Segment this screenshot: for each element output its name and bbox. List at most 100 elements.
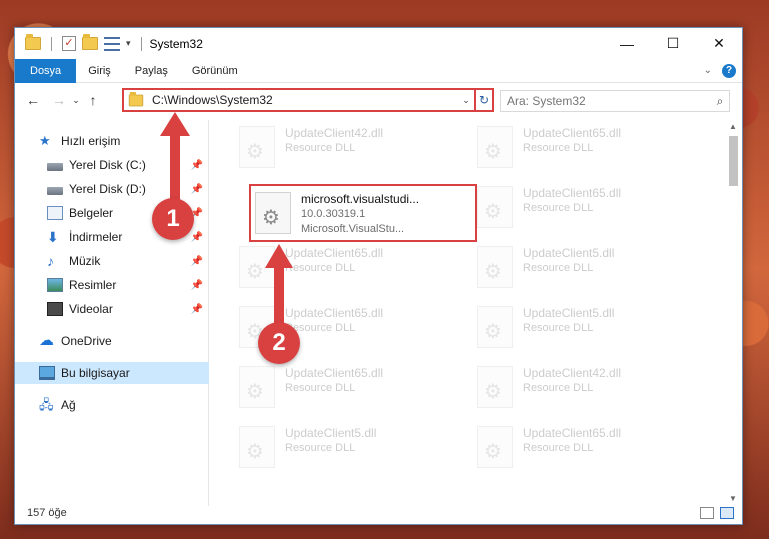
file-name: UpdateClient42.dll <box>285 126 384 140</box>
dll-file-icon <box>477 306 513 348</box>
dll-file-icon <box>239 426 275 468</box>
documents-icon <box>47 206 63 220</box>
list-item[interactable]: UpdateClient5.dll Resource DLL <box>477 304 707 354</box>
dll-file-icon <box>477 246 513 288</box>
sidebar-item-music[interactable]: ♪ Müzik 📌 <box>15 250 209 272</box>
navigation-bar: ← → ⌄ ↑ C:\Windows\System32 ⌄ ↻ ⌕ <box>15 86 742 114</box>
file-name: UpdateClient5.dll <box>523 306 615 320</box>
dll-file-icon <box>239 366 275 408</box>
file-type: Resource DLL <box>523 322 594 334</box>
step-two-badge: 2 <box>258 322 300 364</box>
toolbar-divider <box>51 36 52 51</box>
file-name: UpdateClient5.dll <box>523 246 615 260</box>
drive-icon <box>47 162 63 171</box>
sidebar-item-label: Yerel Disk (C:) <box>69 158 146 172</box>
file-type: Microsoft.VisualStu... <box>301 223 405 235</box>
list-item[interactable]: UpdateClient5.dll Resource DLL <box>239 424 469 474</box>
chevron-down-icon[interactable]: ⌄ <box>458 95 474 106</box>
minimize-button[interactable]: — <box>604 28 650 59</box>
properties-check-icon[interactable]: ✓ <box>62 36 76 51</box>
sidebar-item-pictures[interactable]: Resimler 📌 <box>15 274 209 296</box>
sidebar-item-label: Ağ <box>61 398 76 412</box>
quick-access-toolbar: ✓ ▾ <box>15 34 146 51</box>
list-item[interactable]: UpdateClient65.dll Resource DLL <box>477 424 707 474</box>
dll-file-icon <box>477 126 513 168</box>
address-path[interactable]: C:\Windows\System32 <box>152 93 458 107</box>
file-name: UpdateClient5.dll <box>285 426 377 440</box>
sidebar-item-label: Bu bilgisayar <box>61 366 130 380</box>
list-item[interactable]: UpdateClient65.dll Resource DLL <box>477 184 707 234</box>
folder-icon <box>128 91 144 106</box>
file-type: Resource DLL <box>523 262 594 274</box>
search-box[interactable]: ⌕ <box>500 90 730 112</box>
star-icon: ★ <box>39 133 51 148</box>
sidebar-item-label: Videolar <box>69 302 113 316</box>
search-icon[interactable]: ⌕ <box>711 94 729 109</box>
details-view-icon[interactable] <box>700 507 714 519</box>
pictures-icon <box>47 278 63 292</box>
item-count: 157 öğe <box>27 507 67 519</box>
dll-file-icon <box>239 126 275 168</box>
file-list: UpdateClient42.dll Resource DLL UpdateCli… <box>229 120 725 500</box>
dll-file-icon <box>477 426 513 468</box>
list-item[interactable]: UpdateClient42.dll Resource DLL <box>239 124 469 174</box>
file-name: UpdateClient65.dll <box>523 126 622 140</box>
dll-file-icon <box>255 192 291 234</box>
customize-toolbar-icon[interactable] <box>104 36 120 51</box>
file-explorer-window: ✓ ▾ System32 — ☐ ✕ Dosya Giriş Paylaş Gö… <box>14 27 743 525</box>
tab-file[interactable]: Dosya <box>15 58 77 83</box>
help-icon[interactable]: ? <box>722 63 736 78</box>
cloud-icon: ☁ <box>39 332 54 349</box>
sidebar-item-label: Yerel Disk (D:) <box>69 182 146 196</box>
up-button[interactable]: ↑ <box>83 92 103 108</box>
new-folder-icon[interactable] <box>82 34 98 50</box>
file-type: Resource DLL <box>523 142 594 154</box>
file-name: UpdateClient42.dll <box>523 366 622 380</box>
step-one-badge: 1 <box>152 198 194 240</box>
pin-icon: 📌 <box>190 231 203 243</box>
tab-share[interactable]: Paylaş <box>123 59 180 83</box>
chevron-down-icon[interactable]: ▾ <box>126 38 131 49</box>
search-input[interactable] <box>507 94 711 108</box>
folder-icon <box>25 34 41 50</box>
refresh-button[interactable]: ↻ <box>476 88 494 112</box>
file-type: Resource DLL <box>285 442 356 454</box>
file-type: Resource DLL <box>285 382 356 394</box>
pin-icon: 📌 <box>190 303 203 315</box>
sidebar-item-label: OneDrive <box>61 334 112 348</box>
scroll-up-icon[interactable]: ▲ <box>726 120 740 134</box>
file-name: UpdateClient65.dll <box>523 426 622 440</box>
maximize-button[interactable]: ☐ <box>650 28 696 59</box>
back-button[interactable]: ← <box>23 92 43 108</box>
sidebar-item-this-pc[interactable]: Bu bilgisayar <box>15 362 209 384</box>
scrollbar-thumb[interactable] <box>729 136 738 186</box>
expand-ribbon-icon[interactable]: ⌄ <box>704 65 712 76</box>
sidebar-item-onedrive[interactable]: ☁ OneDrive <box>15 330 209 352</box>
network-icon: 🖧 <box>39 397 54 412</box>
tab-home[interactable]: Giriş <box>76 59 123 83</box>
list-item[interactable]: UpdateClient5.dll Resource DLL <box>477 244 707 294</box>
tab-view[interactable]: Görünüm <box>180 59 250 83</box>
vertical-scrollbar[interactable]: ▲ ▼ <box>726 120 740 506</box>
list-item[interactable]: UpdateClient42.dll Resource DLL <box>477 364 707 414</box>
annotation-arrow-shape <box>160 112 190 212</box>
drive-icon <box>47 186 63 195</box>
list-item[interactable]: UpdateClient65.dll Resource DLL <box>477 124 707 174</box>
sidebar-item-label: Müzik <box>69 254 101 268</box>
sidebar-item-network[interactable]: 🖧 Ağ <box>15 394 209 416</box>
file-name: microsoft.visualstudi... <box>301 192 420 206</box>
forward-button[interactable]: → <box>49 92 69 108</box>
sidebar-item-videos[interactable]: Videolar 📌 <box>15 298 209 320</box>
ribbon-tabs: Dosya Giriş Paylaş Görünüm ⌄ ? <box>15 58 742 83</box>
highlighted-file-item[interactable]: microsoft.visualstudi... 10.0.30319.1 Mi… <box>249 184 477 242</box>
close-button[interactable]: ✕ <box>696 28 742 59</box>
window-title: System32 <box>149 36 203 51</box>
list-item[interactable]: UpdateClient65.dll Resource DLL <box>239 364 469 414</box>
dll-file-icon <box>477 186 513 228</box>
tiles-view-icon[interactable] <box>720 507 734 519</box>
file-name: UpdateClient65.dll <box>523 186 622 200</box>
dll-file-icon <box>477 366 513 408</box>
title-bar: ✓ ▾ System32 — ☐ ✕ <box>15 28 742 59</box>
file-type: Resource DLL <box>523 442 594 454</box>
recent-locations-button[interactable]: ⌄ <box>69 95 83 106</box>
